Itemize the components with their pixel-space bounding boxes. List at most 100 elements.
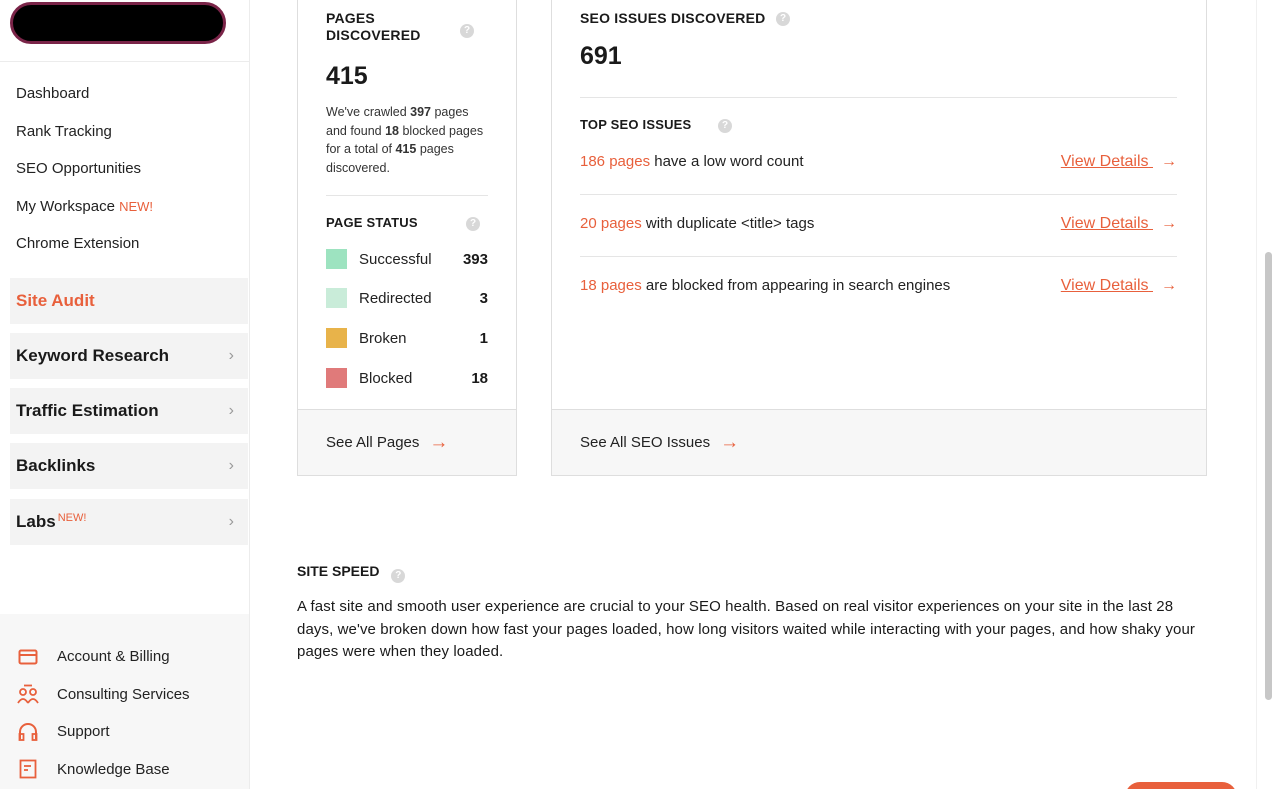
nav-backlinks-label: Backlinks [16, 456, 96, 475]
status-label: Redirected [359, 289, 432, 307]
status-row-successful: Successful 393 [326, 248, 488, 270]
nav-labs[interactable]: Labs NEW! › [10, 499, 248, 545]
account-switcher[interactable] [10, 2, 226, 44]
nav-chrome-extension-label: Chrome Extension [16, 235, 140, 252]
issue-row: 18 pages are blocked from appearing in s… [580, 277, 1177, 339]
document-icon [16, 759, 40, 779]
issue-text: are blocked from appearing in search eng… [641, 277, 951, 294]
pages-total: 415 [326, 62, 368, 90]
divider [580, 97, 1177, 98]
scrollbar-thumb[interactable] [1265, 252, 1272, 700]
crawled-count: 397 [410, 105, 431, 119]
issue-count-link[interactable]: 186 pages [580, 153, 650, 170]
nav-my-workspace-label: My Workspace [16, 197, 115, 215]
nav-labs-text: Labs [16, 512, 56, 531]
nav-traffic-estimation-label: Traffic Estimation [16, 401, 159, 420]
status-row-blocked: Blocked 18 [326, 367, 488, 389]
nav-chrome-extension[interactable]: Chrome Extension [0, 232, 249, 270]
status-label: Successful [359, 250, 432, 268]
chevron-right-icon: › [228, 513, 234, 530]
nav-dashboard[interactable]: Dashboard [0, 82, 249, 120]
arrow-right-icon: → [720, 431, 740, 453]
sidebar-footer: Account & Billing Consulting Services Su… [0, 614, 249, 789]
nav-site-audit-label: Site Audit [16, 291, 95, 310]
knowledge-base-link[interactable]: Knowledge Base [0, 751, 249, 789]
nav-keyword-research[interactable]: Keyword Research › [10, 333, 248, 379]
issue-row: 20 pages with duplicate <title> tags Vie… [580, 215, 1177, 277]
status-count: 3 [479, 289, 488, 307]
see-all-seo-issues-label: See All SEO Issues [580, 434, 711, 451]
nav-rank-tracking[interactable]: Rank Tracking [0, 120, 249, 158]
status-swatch [326, 328, 347, 348]
issue-count-link[interactable]: 20 pages [580, 215, 642, 232]
pages-title-line2: DISCOVERED [326, 27, 421, 43]
knowledge-base-label: Knowledge Base [57, 760, 170, 778]
nav-my-workspace[interactable]: My Workspace NEW! [0, 195, 249, 233]
help-icon[interactable]: ? [776, 12, 790, 26]
divider [580, 194, 1177, 195]
status-swatch [326, 249, 347, 269]
view-details-link[interactable]: View Details → [1061, 215, 1177, 233]
blocked-count: 18 [385, 123, 399, 138]
seo-issues-card: SEO ISSUES DISCOVERED ? 691 TOP SEO ISSU… [551, 0, 1207, 476]
people-icon [16, 684, 40, 704]
chevron-right-icon: › [228, 457, 234, 474]
total-count: 415 [395, 142, 417, 156]
arrow-right-icon: → [1161, 277, 1177, 294]
status-label: Broken [359, 329, 407, 347]
issue-text: have a low word count [650, 153, 804, 170]
sidebar: Dashboard Rank Tracking SEO Opportunitie… [0, 0, 250, 789]
floating-action-button[interactable] [1125, 782, 1237, 789]
headset-icon [16, 722, 40, 742]
help-icon[interactable]: ? [718, 119, 732, 133]
nav-seo-opportunities[interactable]: SEO Opportunities [0, 157, 249, 195]
nav-traffic-estimation[interactable]: Traffic Estimation › [10, 388, 248, 434]
site-speed-title: SITE SPEED ? [297, 563, 406, 583]
status-swatch [326, 288, 347, 308]
pages-discovered-title: PAGES DISCOVERED [326, 10, 421, 44]
pages-discovered-card: PAGES DISCOVERED ? 415 We've crawled 397… [297, 0, 517, 476]
status-row-broken: Broken 1 [326, 327, 488, 349]
view-details-label: View Details [1060, 215, 1149, 232]
credit-card-icon [16, 647, 40, 667]
view-details-link[interactable]: View Details → [1061, 277, 1177, 295]
help-icon[interactable]: ? [460, 24, 474, 38]
status-row-redirected: Redirected 3 [326, 287, 488, 309]
arrow-right-icon: → [1161, 153, 1177, 170]
nav-dashboard-label: Dashboard [16, 85, 90, 102]
see-all-pages-link[interactable]: See All Pages → [298, 409, 516, 475]
see-all-seo-issues-link[interactable]: See All SEO Issues → [552, 409, 1206, 475]
consulting-services-link[interactable]: Consulting Services [0, 676, 249, 714]
pages-title-line1: PAGES [326, 10, 375, 26]
consulting-services-label: Consulting Services [57, 685, 190, 703]
site-speed-description: A fast site and smooth user experience a… [297, 598, 1196, 660]
nav-backlinks[interactable]: Backlinks › [10, 443, 248, 489]
new-badge: NEW! [57, 512, 87, 524]
issue-row: 186 pages have a low word count View Det… [580, 153, 1177, 215]
site-speed-title-text: SITE SPEED [297, 563, 380, 579]
sidebar-header [0, 0, 249, 62]
issue-text: with duplicate <title> tags [641, 215, 815, 232]
help-icon[interactable]: ? [391, 569, 406, 583]
chevron-right-icon: › [228, 347, 234, 364]
account-billing-link[interactable]: Account & Billing [0, 638, 249, 676]
status-count: 393 [462, 250, 488, 268]
support-link[interactable]: Support [0, 713, 249, 751]
divider [326, 195, 488, 196]
view-details-link[interactable]: View Details → [1061, 153, 1177, 171]
desc-text: We've crawled [326, 105, 411, 119]
nav-rank-tracking-label: Rank Tracking [16, 122, 112, 140]
view-details-label: View Details [1060, 153, 1149, 170]
chevron-right-icon: › [228, 402, 234, 419]
nav-site-audit[interactable]: Site Audit [10, 278, 248, 324]
seo-issues-title: SEO ISSUES DISCOVERED [580, 10, 766, 26]
status-label: Blocked [359, 369, 413, 387]
arrow-right-icon: → [1161, 215, 1177, 232]
status-count: 1 [479, 329, 488, 347]
help-icon[interactable]: ? [466, 217, 480, 231]
issue-count-link[interactable]: 18 pages [580, 277, 642, 294]
support-label: Support [57, 723, 110, 741]
sidebar-links: Dashboard Rank Tracking SEO Opportunitie… [0, 62, 249, 270]
status-count: 18 [471, 369, 488, 387]
nav-labs-label: Labs NEW! [16, 512, 86, 532]
